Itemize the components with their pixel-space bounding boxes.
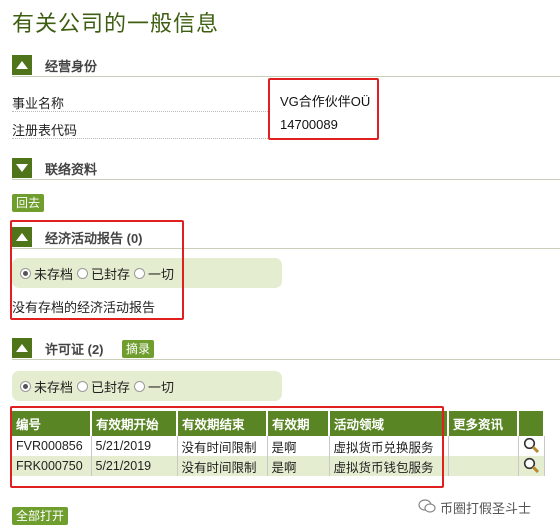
highlight-box bbox=[10, 220, 184, 320]
divider bbox=[12, 111, 270, 112]
column-header: 更多资讯 bbox=[448, 411, 519, 436]
table-cell bbox=[448, 456, 519, 476]
watermark-text: 币圈打假圣斗士 bbox=[440, 501, 532, 516]
section-licenses-title: 许可证 (2) bbox=[45, 341, 104, 357]
page-title: 有关公司的一般信息 bbox=[12, 11, 220, 36]
section-business-title: 经营身份 bbox=[45, 58, 98, 74]
table-cell bbox=[518, 456, 545, 476]
section-business-header[interactable]: 经营身份 bbox=[12, 55, 560, 75]
filter-all[interactable]: 一切 bbox=[134, 377, 174, 396]
magnifier-icon[interactable] bbox=[523, 457, 539, 476]
registry-code-label: 注册表代码 bbox=[12, 123, 78, 138]
open-all-button[interactable]: 全部打开 bbox=[12, 507, 69, 525]
watermark: 币圈打假圣斗士 bbox=[418, 498, 531, 517]
section-licenses-header[interactable]: 许可证 (2) bbox=[12, 338, 560, 358]
business-name-label: 事业名称 bbox=[12, 96, 65, 111]
divider bbox=[12, 179, 560, 180]
back-button[interactable]: 回去 bbox=[12, 194, 45, 212]
expand-toggle-icon[interactable] bbox=[12, 158, 32, 178]
collapse-toggle-icon[interactable] bbox=[12, 338, 32, 358]
table-cell bbox=[448, 436, 519, 456]
license-filter-group: 未存档 已封存 一切 bbox=[12, 371, 282, 401]
radio-unchecked-icon[interactable] bbox=[134, 380, 146, 392]
radio-unchecked-icon[interactable] bbox=[77, 380, 89, 392]
magnifier-icon[interactable] bbox=[523, 437, 539, 456]
table-cell bbox=[518, 436, 545, 456]
chat-bubble-icon bbox=[418, 498, 436, 517]
filter-archived[interactable]: 已封存 bbox=[77, 377, 130, 396]
divider bbox=[12, 138, 270, 139]
summary-button[interactable]: 摘录 bbox=[122, 340, 155, 358]
section-contact-title: 联络资料 bbox=[45, 161, 98, 177]
column-header bbox=[518, 411, 545, 436]
filter-unarchived[interactable]: 未存档 bbox=[20, 377, 73, 396]
collapse-toggle-icon[interactable] bbox=[12, 55, 32, 75]
radio-checked-icon[interactable] bbox=[20, 380, 31, 392]
divider bbox=[12, 76, 560, 77]
section-contact-header[interactable]: 联络资料 bbox=[12, 158, 560, 178]
highlight-box bbox=[268, 78, 379, 140]
highlight-box bbox=[10, 406, 444, 488]
divider bbox=[12, 359, 560, 360]
